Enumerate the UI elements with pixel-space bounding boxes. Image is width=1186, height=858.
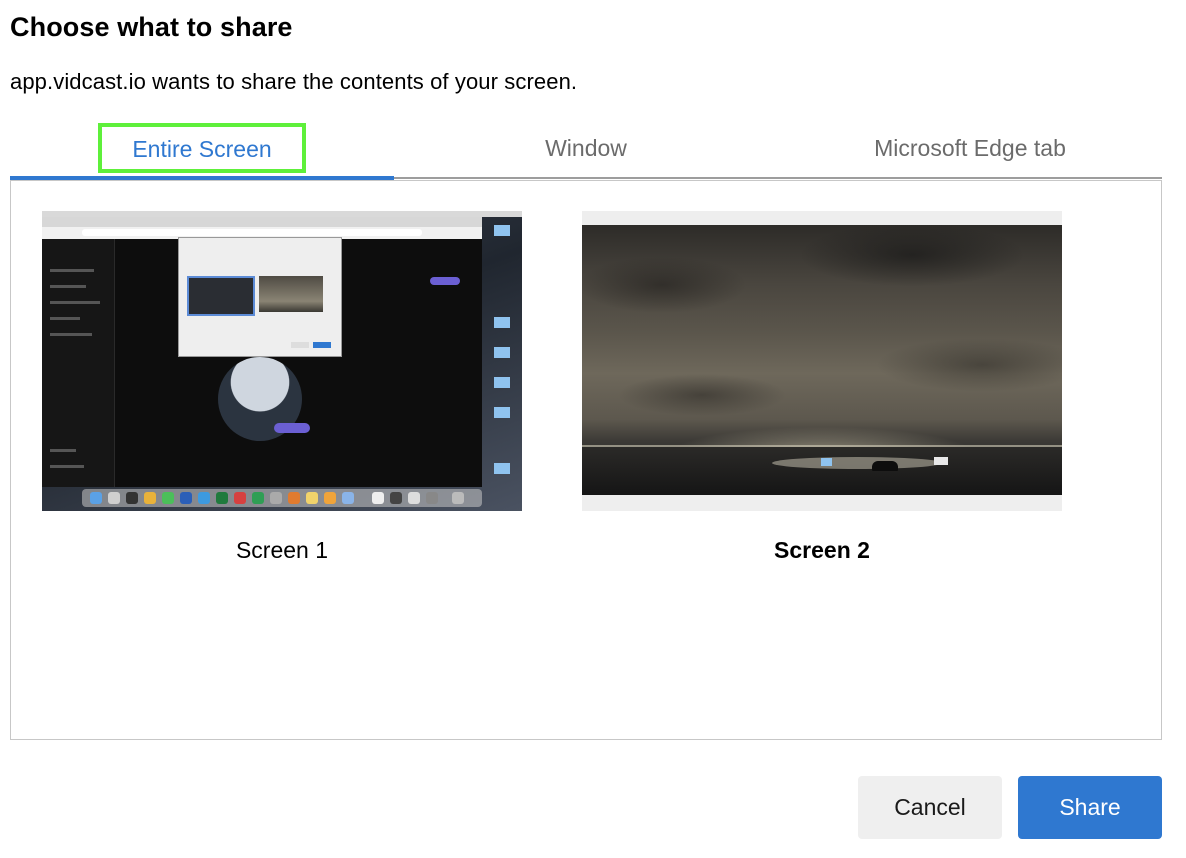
dialog-title: Choose what to share xyxy=(10,12,293,42)
folder-icon xyxy=(494,377,510,388)
nested-share-dialog-preview xyxy=(178,237,342,357)
screen-1-option[interactable]: Screen 1 xyxy=(42,211,522,563)
sidebar-preview xyxy=(42,239,115,487)
folder-icon xyxy=(821,458,832,466)
app-icon xyxy=(426,492,438,504)
tab-entire-screen-label: Entire Screen xyxy=(98,123,306,173)
sea-preview xyxy=(582,447,1062,495)
screen-1-thumbnail xyxy=(42,211,522,511)
desktop-icons-preview xyxy=(482,217,522,487)
dock-preview xyxy=(82,489,482,507)
light-reflection-preview xyxy=(772,457,942,469)
seascape-wallpaper-preview xyxy=(582,225,1062,495)
nested-screen-2-preview xyxy=(259,276,323,312)
nested-screen-1-preview xyxy=(187,276,255,316)
app-icon xyxy=(288,492,300,504)
app-icon xyxy=(108,492,120,504)
trash-icon xyxy=(452,492,464,504)
tab-window-label: Window xyxy=(545,134,627,161)
source-tabs: Entire Screen Window Microsoft Edge tab xyxy=(10,118,1162,180)
share-button[interactable]: Share xyxy=(1018,776,1162,839)
app-icon xyxy=(90,492,102,504)
screen-1-label: Screen 1 xyxy=(235,537,329,563)
app-icon xyxy=(372,492,384,504)
nested-share-preview xyxy=(313,342,331,348)
share-dialog: Choose what to share app.vidcast.io want… xyxy=(0,0,1186,858)
app-icon xyxy=(234,492,246,504)
url-field-preview xyxy=(82,229,422,236)
screen-2-label: Screen 2 xyxy=(774,537,870,563)
app-icon xyxy=(306,492,318,504)
clouds-preview xyxy=(582,225,1062,450)
tab-entire-screen[interactable]: Entire Screen xyxy=(10,118,394,178)
app-icon xyxy=(216,492,228,504)
app-icon xyxy=(144,492,156,504)
pill-button-preview xyxy=(274,423,310,433)
app-icon xyxy=(408,492,420,504)
source-list: Screen 1 Screen 2 xyxy=(10,180,1162,740)
rock-preview xyxy=(872,461,898,471)
screen-2-option[interactable]: Screen 2 xyxy=(582,211,1062,563)
app-icon xyxy=(180,492,192,504)
folder-icon xyxy=(494,317,510,328)
app-icon xyxy=(390,492,402,504)
tab-microsoft-edge-tab[interactable]: Microsoft Edge tab xyxy=(778,118,1162,178)
desktop-item-preview xyxy=(934,457,948,465)
tab-window[interactable]: Window xyxy=(394,118,778,178)
app-icon xyxy=(162,492,174,504)
app-icon xyxy=(270,492,282,504)
nested-cancel-preview xyxy=(291,342,309,348)
browser-tabstrip-preview xyxy=(42,217,482,227)
screen-2-thumbnail xyxy=(582,211,1062,511)
app-icon xyxy=(198,492,210,504)
browser-window-preview xyxy=(42,217,482,487)
folder-icon xyxy=(494,463,510,474)
app-icon xyxy=(342,492,354,504)
pill-button-preview xyxy=(430,277,460,285)
app-icon xyxy=(252,492,264,504)
cancel-button[interactable]: Cancel xyxy=(858,776,1002,839)
app-icon xyxy=(126,492,138,504)
folder-icon xyxy=(494,225,510,236)
app-icon xyxy=(324,492,336,504)
dialog-subtitle: app.vidcast.io wants to share the conten… xyxy=(10,69,578,94)
folder-icon xyxy=(494,347,510,358)
tab-edge-tab-label: Microsoft Edge tab xyxy=(874,134,1066,161)
folder-icon xyxy=(494,407,510,418)
